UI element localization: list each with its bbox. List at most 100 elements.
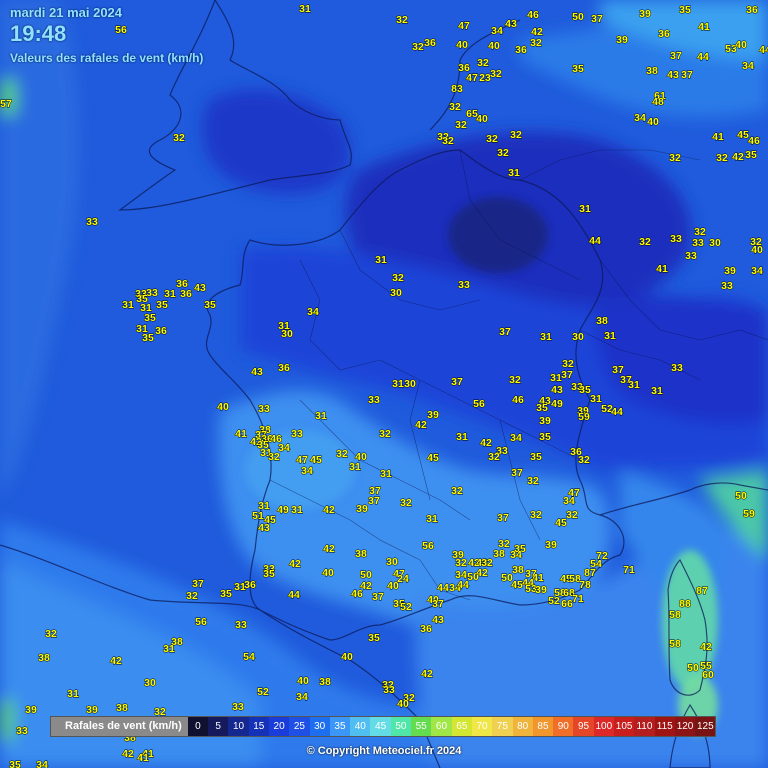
zone-green-bottom-left <box>0 700 14 740</box>
station-gust-value: 35 <box>204 299 216 311</box>
station-gust-value: 45 <box>427 452 439 464</box>
station-gust-value: 46 <box>527 9 539 21</box>
station-gust-value: 24 <box>397 573 409 585</box>
map-subtitle: Valeurs des rafales de vent (km/h) <box>10 51 204 65</box>
station-gust-value: 33 <box>368 394 380 406</box>
station-gust-value: 58 <box>669 638 681 650</box>
station-gust-value: 71 <box>572 593 584 605</box>
station-gust-value: 37 <box>451 376 463 388</box>
station-gust-value: 32 <box>578 454 590 466</box>
map-time: 19:48 <box>10 21 67 46</box>
station-gust-value: 43 <box>667 69 679 81</box>
station-gust-value: 31 <box>604 330 616 342</box>
station-gust-value: 34 <box>510 432 522 444</box>
legend-swatch: 5 <box>208 717 229 736</box>
station-gust-value: 32 <box>396 14 408 26</box>
legend-swatch: 110 <box>634 717 655 736</box>
station-gust-value: 34 <box>510 549 522 561</box>
station-gust-value: 52 <box>548 595 560 607</box>
station-gust-value: 39 <box>545 539 557 551</box>
station-gust-value: 31 <box>315 410 327 422</box>
station-gust-value: 56 <box>115 24 127 36</box>
station-gust-value: 33 <box>258 403 270 415</box>
station-gust-value: 37 <box>591 13 603 25</box>
station-gust-value: 39 <box>86 704 98 716</box>
station-gust-value: 35 <box>679 4 691 16</box>
station-gust-value: 56 <box>195 616 207 628</box>
station-gust-value: 42 <box>323 543 335 555</box>
station-gust-value: 31 <box>392 378 404 390</box>
map-date: mardi 21 mai 2024 <box>10 5 123 20</box>
legend-swatch: 50 <box>390 717 412 736</box>
station-gust-value: 31 <box>508 167 520 179</box>
legend-swatches: 0 5 10 15 20 25 30 35 40 45 50 55 60 65 70 75 80 85 90 95 10… <box>187 717 716 736</box>
station-gust-value: 40 <box>217 401 229 413</box>
legend-swatch: 80 <box>512 717 533 736</box>
station-gust-value: 35 <box>220 588 232 600</box>
station-gust-value: 33 <box>458 279 470 291</box>
station-gust-value: 41 <box>712 131 724 143</box>
station-gust-value: 34 <box>634 112 646 124</box>
station-gust-value: 32 <box>488 451 500 463</box>
station-gust-value: 32 <box>186 590 198 602</box>
station-gust-value: 50 <box>572 11 584 23</box>
station-gust-value: 43 <box>258 522 270 534</box>
station-gust-value: 32 <box>412 41 424 53</box>
station-gust-value: 36 <box>155 325 167 337</box>
station-gust-value: 31 <box>540 331 552 343</box>
cell-belgium <box>448 197 548 273</box>
station-gust-value: 31 <box>163 643 175 655</box>
station-gust-value: 42 <box>732 151 744 163</box>
station-gust-value: 39 <box>427 409 439 421</box>
station-gust-value: 40 <box>647 116 659 128</box>
station-gust-value: 39 <box>539 415 551 427</box>
station-gust-value: 78 <box>579 579 591 591</box>
station-gust-value: 35 <box>572 63 584 75</box>
station-gust-value: 38 <box>493 548 505 560</box>
station-gust-value: 34 <box>307 306 319 318</box>
station-gust-value: 38 <box>319 676 331 688</box>
station-gust-value: 34 <box>751 265 763 277</box>
station-gust-value: 52 <box>400 601 412 613</box>
station-gust-value: 32 <box>490 68 502 80</box>
station-gust-value: 36 <box>658 28 670 40</box>
legend-swatch: 10 <box>228 717 249 736</box>
station-gust-value: 31 <box>291 504 303 516</box>
station-gust-value: 40 <box>341 651 353 663</box>
station-gust-value: 32 <box>173 132 185 144</box>
station-gust-value: 37 <box>681 69 693 81</box>
station-gust-value: 50 <box>687 662 699 674</box>
station-gust-value: 32 <box>392 272 404 284</box>
station-gust-value: 40 <box>735 39 747 51</box>
station-gust-value: 39 <box>356 503 368 515</box>
legend-swatch: 90 <box>553 717 574 736</box>
station-gust-value: 43 <box>432 614 444 626</box>
station-gust-value: 39 <box>639 8 651 20</box>
station-gust-value: 32 <box>509 374 521 386</box>
legend-swatch: 125 <box>695 717 716 736</box>
station-gust-value: 88 <box>679 598 691 610</box>
station-gust-value: 33 <box>721 280 733 292</box>
station-gust-value: 37 <box>497 512 509 524</box>
station-gust-value: 40 <box>387 580 399 592</box>
station-gust-value: 34 <box>36 759 48 768</box>
station-gust-value: 35 <box>9 759 21 768</box>
station-gust-value: 38 <box>355 548 367 560</box>
station-gust-value: 30 <box>386 556 398 568</box>
station-gust-value: 44 <box>589 235 601 247</box>
station-gust-value: 41 <box>656 263 668 275</box>
station-gust-value: 37 <box>372 591 384 603</box>
station-gust-value: 30 <box>144 677 156 689</box>
legend-swatch: 35 <box>329 717 351 736</box>
station-gust-value: 40 <box>456 39 468 51</box>
station-gust-value: 38 <box>646 65 658 77</box>
station-gust-value: 34 <box>278 442 290 454</box>
legend-swatch: 100 <box>593 717 614 736</box>
station-gust-value: 34 <box>301 465 313 477</box>
station-gust-value: 31 <box>349 461 361 473</box>
station-gust-value: 31 <box>628 379 640 391</box>
station-gust-value: 54 <box>243 651 255 663</box>
station-gust-value: 44 <box>611 406 623 418</box>
station-gust-value: 33 <box>692 237 704 249</box>
station-gust-value: 32 <box>530 509 542 521</box>
